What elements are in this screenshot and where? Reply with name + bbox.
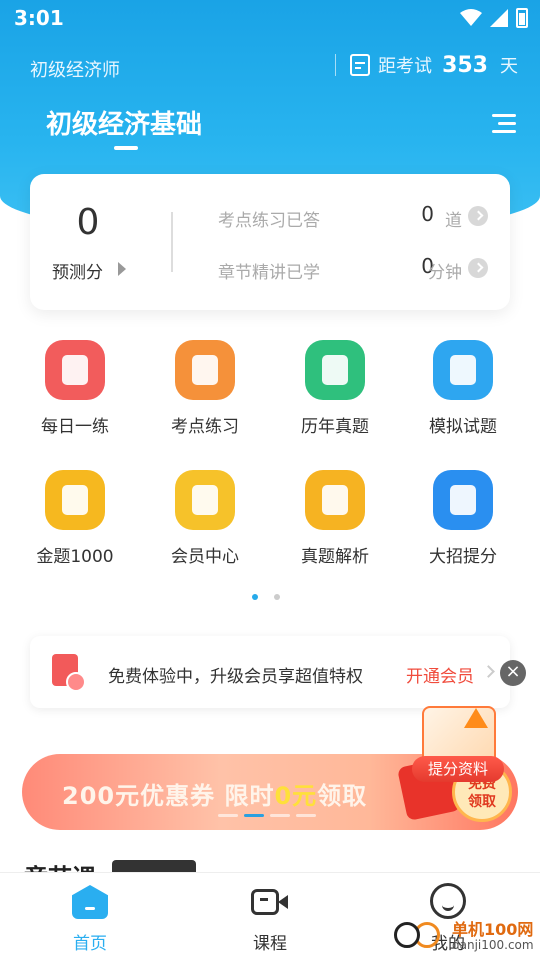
video-camera-icon: [251, 883, 289, 921]
icon-glyph: [62, 485, 88, 515]
grid-item-label: 真题解析: [301, 547, 369, 567]
grid-item-3[interactable]: 模拟试题: [398, 340, 528, 437]
banner-text-prefix: 200元优惠券 限时: [62, 782, 275, 810]
nav-item-courses[interactable]: 课程: [220, 883, 320, 954]
stat-unit: 道: [445, 211, 462, 231]
banner-text: 200元优惠券 限时0元领取: [62, 776, 367, 811]
grid-item-label: 会员中心: [171, 547, 239, 567]
icon-glyph: [62, 355, 88, 385]
countdown-unit: 天: [500, 56, 518, 77]
grid-item-2[interactable]: 历年真题: [270, 340, 400, 437]
predicted-score-value: 0: [76, 202, 100, 243]
status-time: 3:01: [14, 6, 64, 30]
watermark-logo-icon: [392, 916, 448, 956]
battery-icon: [516, 8, 528, 28]
membership-promo-card[interactable]: 免费体验中，升级会员享超值特权 开通会员: [30, 636, 510, 708]
icon-glyph: [450, 355, 476, 385]
stat-row-lectures[interactable]: 章节精讲已学 0 分钟: [218, 254, 488, 284]
countdown-days: 353: [442, 52, 488, 78]
arrow-up-icon: [464, 708, 488, 728]
chevron-right-icon[interactable]: [468, 258, 488, 278]
grid-page-indicator: [252, 594, 280, 600]
grid-item-label: 历年真题: [301, 417, 369, 437]
countdown-divider: [335, 54, 337, 76]
grid-item-label: 考点练习: [171, 417, 239, 437]
icon-glyph: [322, 485, 348, 515]
icon-glyph: [192, 355, 218, 385]
grid-item-5[interactable]: 会员中心: [140, 470, 270, 567]
icon-glyph: [192, 485, 218, 515]
icon-glyph: [450, 485, 476, 515]
subject-underline: [114, 146, 138, 150]
menu-icon[interactable]: [492, 114, 516, 134]
close-promo-button[interactable]: ×: [500, 660, 526, 686]
daily-practice-icon: [45, 340, 105, 400]
open-membership-link[interactable]: 开通会员: [406, 662, 474, 687]
stat-unit: 分钟: [428, 263, 462, 283]
stat-label: 考点练习已答: [218, 211, 320, 231]
stat-row-practice[interactable]: 考点练习已答 0 道: [218, 202, 488, 232]
chevron-right-icon: [482, 665, 495, 678]
grid-item-1[interactable]: 考点练习: [140, 340, 270, 437]
nav-label-courses: 课程: [253, 934, 287, 954]
nav-item-home[interactable]: 首页: [40, 883, 140, 954]
stat-value: 0: [421, 202, 434, 226]
home-icon: [71, 883, 109, 921]
promo-text: 免费体验中，升级会员享超值特权: [108, 667, 363, 687]
key-points-icon: [175, 340, 235, 400]
calendar-icon: [350, 54, 371, 76]
video-hot-icon: [433, 470, 493, 530]
study-materials-float-button[interactable]: 提分资料: [412, 700, 504, 786]
past-papers-icon: [305, 340, 365, 400]
gold-questions-icon: [45, 470, 105, 530]
crown-icon: [175, 470, 235, 530]
page-dot-active: [252, 594, 258, 600]
status-bar: 3:01: [0, 0, 540, 36]
banner-text-highlight: 0元: [274, 782, 318, 810]
chevron-right-icon[interactable]: [468, 206, 488, 226]
grid-item-6[interactable]: 真题解析: [270, 470, 400, 567]
status-icons: [460, 8, 528, 28]
stats-card: 0 预测分 考点练习已答 0 道 章节精讲已学 0 分钟: [30, 174, 510, 310]
signal-icon: [490, 9, 508, 27]
upgrade-document-icon: [46, 650, 86, 694]
exam-countdown: 距考试 353 天: [335, 52, 518, 78]
nav-label-home: 首页: [73, 934, 107, 954]
page-dot: [274, 594, 280, 600]
grid-item-4[interactable]: 金题1000: [10, 470, 140, 567]
watermark-main: 单机100网: [452, 920, 534, 939]
banner-page-indicator: [218, 814, 316, 817]
site-watermark: 单机100网 danji100.com: [392, 912, 540, 958]
grid-item-label: 模拟试题: [429, 417, 497, 437]
subject-title[interactable]: 初级经济基础: [46, 104, 202, 141]
exam-level-selector[interactable]: 初级经济师: [30, 56, 120, 82]
study-materials-label: 提分资料: [412, 756, 504, 782]
play-arrow-icon[interactable]: [118, 262, 126, 276]
icon-glyph: [322, 355, 348, 385]
stat-label: 章节精讲已学: [218, 263, 320, 283]
grid-item-7[interactable]: 大招提分: [398, 470, 528, 567]
grid-item-label: 每日一练: [41, 417, 109, 437]
watermark-sub: danji100.com: [452, 938, 534, 952]
grid-item-label: 大招提分: [429, 547, 497, 567]
mock-exam-icon: [433, 340, 493, 400]
stamp-line-2: 领取: [468, 794, 496, 810]
predicted-score-label[interactable]: 预测分: [52, 258, 103, 283]
grid-item-label: 金题1000: [36, 547, 114, 567]
wifi-icon: [460, 9, 482, 26]
analysis-icon: [305, 470, 365, 530]
banner-text-suffix: 领取: [317, 782, 368, 810]
grid-item-0[interactable]: 每日一练: [10, 340, 140, 437]
stats-divider: [171, 212, 173, 272]
countdown-label: 距考试: [378, 56, 433, 77]
